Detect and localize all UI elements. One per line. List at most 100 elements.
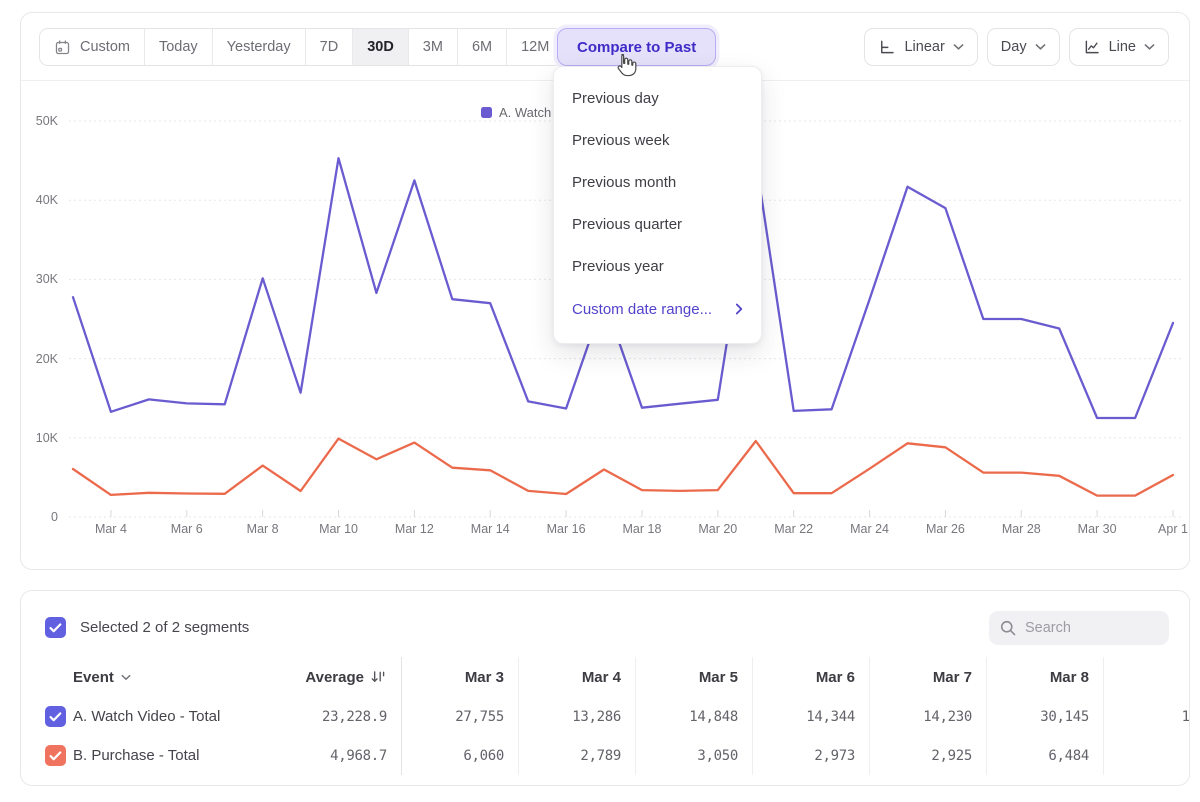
x-axis-label: Mar 4 xyxy=(79,522,143,536)
menu-item-custom-date-range[interactable]: Custom date range... xyxy=(554,287,761,331)
y-axis-label: 40K xyxy=(21,193,58,207)
segments-header: Selected 2 of 2 segments xyxy=(45,617,249,638)
page: { "toolbar": { "date_range_buttons": [ {… xyxy=(0,0,1200,802)
chevron-down-icon xyxy=(1144,43,1155,51)
table-header-row: Event Average Mar 3Mar 4Mar 5Mar 6Mar 7M… xyxy=(21,657,1190,697)
segment-average-value: 23,228.9 xyxy=(269,697,401,736)
x-axis-label: Mar 20 xyxy=(686,522,750,536)
segment-day-value: 14,848 xyxy=(635,697,752,736)
x-axis-label: Apr 1 xyxy=(1141,522,1200,536)
menu-item-previous-week[interactable]: Previous week xyxy=(554,119,761,161)
y-axis-label: 20K xyxy=(21,352,58,366)
chevron-down-icon xyxy=(121,674,131,681)
segment-name: A. Watch Video - Total xyxy=(73,708,269,725)
segment-name: B. Purchase - Total xyxy=(73,747,269,764)
date-range-group: Custom Today Yesterday 7D 30D 3M 6M 12M xyxy=(39,28,564,66)
segment-checkbox[interactable] xyxy=(45,745,66,766)
check-icon xyxy=(49,712,62,722)
x-axis-label: Mar 26 xyxy=(913,522,977,536)
chart-type-selector-button[interactable]: Line xyxy=(1069,28,1169,66)
segment-day-value: 3, xyxy=(1103,736,1190,775)
segments-card: Selected 2 of 2 segments Event Average M… xyxy=(20,590,1190,786)
range-button-yesterday[interactable]: Yesterday xyxy=(213,29,306,65)
scale-selector-label: Linear xyxy=(904,39,944,55)
y-axis-label: 0 xyxy=(21,510,58,524)
range-button-6m[interactable]: 6M xyxy=(458,29,507,65)
segment-day-value: 2,973 xyxy=(752,736,869,775)
x-axis-ticks xyxy=(111,510,1173,517)
segment-checkbox[interactable] xyxy=(45,706,66,727)
segment-day-value: 6,484 xyxy=(986,736,1103,775)
line-chart-icon xyxy=(1083,38,1101,56)
chevron-right-icon xyxy=(735,303,743,315)
check-icon xyxy=(49,751,62,761)
compare-to-past-menu: Previous dayPrevious weekPrevious monthP… xyxy=(553,66,762,344)
average-column-header[interactable]: Average xyxy=(269,657,401,697)
custom-date-range-label: Custom date range... xyxy=(572,301,712,318)
date-column-header[interactable]: M xyxy=(1103,657,1190,697)
segment-day-value: 2,925 xyxy=(869,736,986,775)
compare-to-past-button[interactable]: Compare to Past xyxy=(557,28,716,66)
segment-day-value: 13,286 xyxy=(518,697,635,736)
calendar-icon xyxy=(54,39,71,56)
event-column-header[interactable]: Event xyxy=(73,669,269,686)
date-column-header[interactable]: Mar 4 xyxy=(518,657,635,697)
table-row[interactable]: B. Purchase - Total4,968.76,0602,7893,05… xyxy=(21,736,1190,775)
range-button-label: 3M xyxy=(423,39,443,55)
range-button-label: Yesterday xyxy=(227,39,291,55)
interval-selector-button[interactable]: Day xyxy=(987,28,1060,66)
date-column-header[interactable]: Mar 5 xyxy=(635,657,752,697)
search-input[interactable] xyxy=(1025,620,1145,636)
menu-item-previous-year[interactable]: Previous year xyxy=(554,245,761,287)
segment-day-value: 2,789 xyxy=(518,736,635,775)
range-button-custom[interactable]: Custom xyxy=(40,29,145,65)
range-button-label: 7D xyxy=(320,39,339,55)
range-button-today[interactable]: Today xyxy=(145,29,213,65)
segment-day-value: 14,344 xyxy=(752,697,869,736)
range-button-12m[interactable]: 12M xyxy=(507,29,563,65)
chevron-down-icon xyxy=(1035,43,1046,51)
selected-segments-text: Selected 2 of 2 segments xyxy=(80,619,249,636)
range-button-3m[interactable]: 3M xyxy=(409,29,458,65)
x-axis-label: Mar 6 xyxy=(155,522,219,536)
segment-day-value: 14,230 xyxy=(869,697,986,736)
menu-item-previous-day[interactable]: Previous day xyxy=(554,77,761,119)
x-axis-label: Mar 22 xyxy=(762,522,826,536)
range-button-label: Today xyxy=(159,39,198,55)
y-axis-label: 10K xyxy=(21,431,58,445)
x-axis-label: Mar 16 xyxy=(534,522,598,536)
check-icon xyxy=(49,623,62,633)
select-all-checkbox[interactable] xyxy=(45,617,66,638)
x-axis-label: Mar 14 xyxy=(458,522,522,536)
table-row[interactable]: A. Watch Video - Total23,228.927,75513,2… xyxy=(21,697,1190,736)
menu-item-previous-month[interactable]: Previous month xyxy=(554,161,761,203)
x-axis-label: Mar 18 xyxy=(610,522,674,536)
sort-descending-icon xyxy=(370,669,387,685)
chevron-down-icon xyxy=(953,43,964,51)
x-axis-label: Mar 8 xyxy=(231,522,295,536)
purchase-line xyxy=(73,439,1173,496)
y-axis-label: 30K xyxy=(21,272,58,286)
segments-table: Event Average Mar 3Mar 4Mar 5Mar 6Mar 7M… xyxy=(21,657,1190,775)
segment-day-value: 3,050 xyxy=(635,736,752,775)
date-column-header[interactable]: Mar 8 xyxy=(986,657,1103,697)
compare-to-past-label: Compare to Past xyxy=(577,39,696,56)
segment-day-value: 27,755 xyxy=(401,697,518,736)
date-column-header[interactable]: Mar 3 xyxy=(401,657,518,697)
range-button-30d[interactable]: 30D xyxy=(353,29,409,65)
search-icon xyxy=(999,619,1017,637)
segment-day-value: 30,145 xyxy=(986,697,1103,736)
x-axis-label: Mar 24 xyxy=(838,522,902,536)
menu-item-previous-quarter[interactable]: Previous quarter xyxy=(554,203,761,245)
range-button-label: Custom xyxy=(80,39,130,55)
segment-search xyxy=(989,611,1169,645)
range-button-label: 6M xyxy=(472,39,492,55)
segment-day-value: 15, xyxy=(1103,697,1190,736)
scale-selector-button[interactable]: Linear xyxy=(864,28,977,66)
watch-video-legend-swatch xyxy=(481,107,492,118)
segment-average-value: 4,968.7 xyxy=(269,736,401,775)
range-button-7d[interactable]: 7D xyxy=(306,29,354,65)
x-axis-label: Mar 28 xyxy=(989,522,1053,536)
date-column-header[interactable]: Mar 7 xyxy=(869,657,986,697)
date-column-header[interactable]: Mar 6 xyxy=(752,657,869,697)
